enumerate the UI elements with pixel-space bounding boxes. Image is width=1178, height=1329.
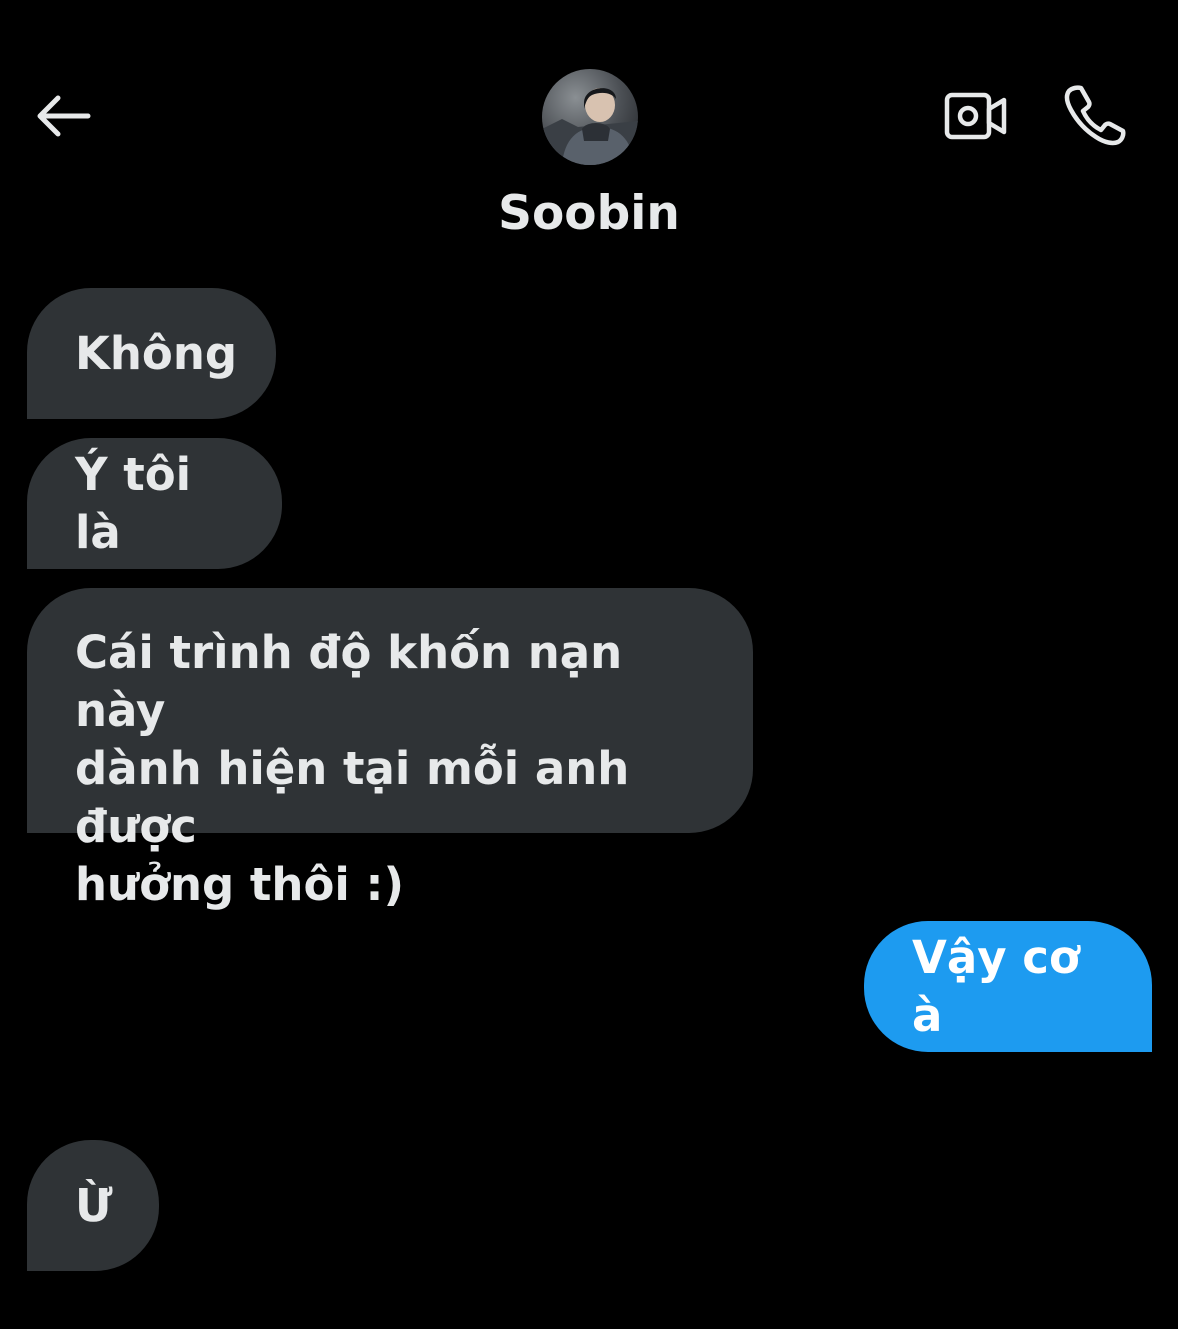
video-call-button[interactable] (938, 82, 1014, 154)
arrow-left-icon (32, 92, 92, 144)
message-text-line: dành hiện tại mỗi anh được (75, 742, 630, 853)
voice-call-button[interactable] (1058, 80, 1132, 154)
message-text: Vậy cơ à (912, 930, 1080, 1042)
message-text-line: hưởng thôi :) (75, 858, 405, 911)
message-bubble-incoming[interactable]: Cái trình độ khốn nạn này dành hiện tại … (27, 588, 753, 911)
avatar-image (542, 69, 638, 165)
message-meta (1064, 1070, 1126, 1076)
message-meta (30, 1290, 112, 1296)
contact-name[interactable]: Soobin (0, 183, 1178, 245)
message-meta (30, 852, 112, 858)
back-button[interactable] (26, 82, 98, 154)
message-bubble-outgoing[interactable]: Vậy cơ à (864, 921, 1152, 1052)
contact-avatar[interactable] (542, 69, 638, 165)
video-camera-icon (944, 91, 1008, 145)
message-text-line: Cái trình độ khốn nạn này (75, 626, 623, 737)
message-bubble-incoming[interactable]: Ý tôi là (27, 438, 282, 569)
message-bubble-incoming[interactable]: Ừ (27, 1140, 159, 1271)
phone-icon (1063, 83, 1127, 151)
message-text: Không (75, 326, 238, 380)
message-text: Ừ (75, 1178, 113, 1232)
message-text: Ý tôi là (75, 447, 192, 559)
message-bubble-incoming[interactable]: Không (27, 288, 276, 419)
